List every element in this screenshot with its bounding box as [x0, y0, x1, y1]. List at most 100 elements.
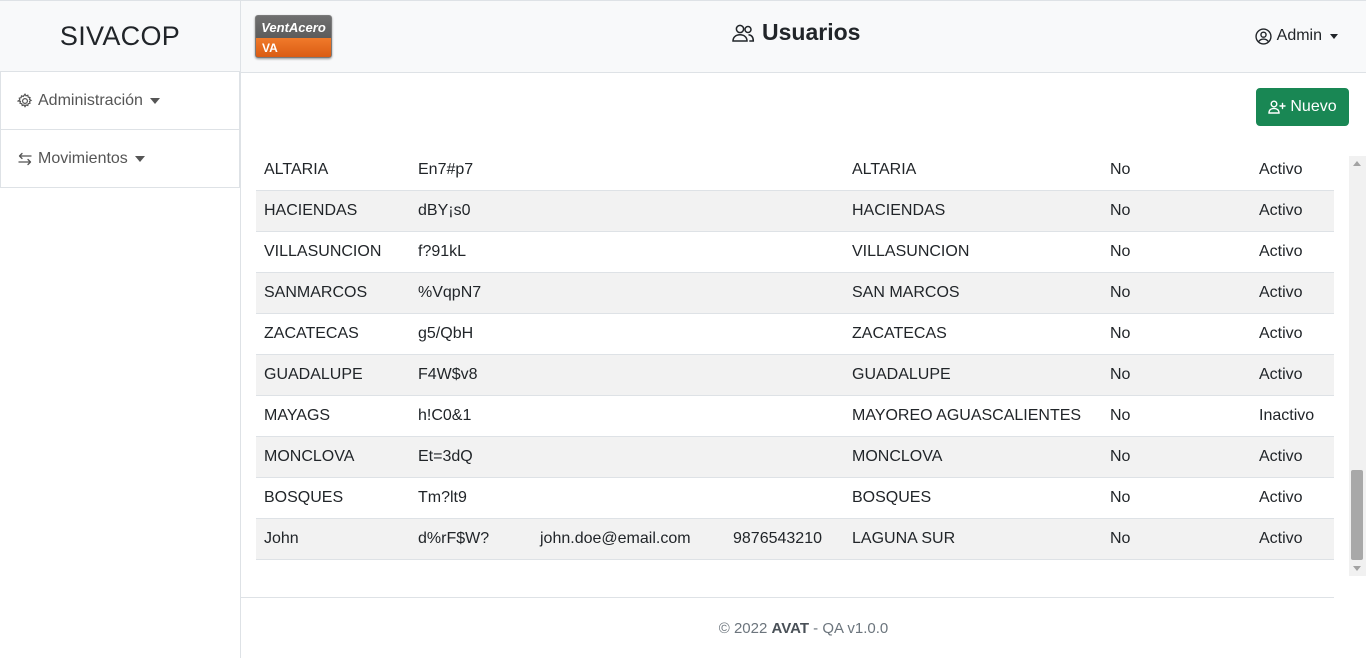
cell-status: Activo [1251, 477, 1334, 519]
cell-user: MONCLOVA [256, 436, 410, 478]
cell-branch: BOSQUES [844, 477, 1102, 519]
cell-phone [725, 150, 844, 191]
cell-email [532, 477, 725, 519]
table-row[interactable]: John d%rF$W? john.doe@email.com 9876543210 L… [256, 518, 1334, 560]
cell-password: En7#p7 [410, 150, 532, 191]
footer-divider [241, 597, 1334, 598]
table-scrollbar[interactable] [1349, 156, 1366, 576]
cell-user: ZACATECAS [256, 313, 410, 355]
sidebar-item-administracion[interactable]: Administración [0, 72, 240, 130]
table-row[interactable]: ALTARIA En7#p7 ALTARIA No Activo [256, 150, 1334, 191]
top-navbar: VentAcero VA Usuarios Admin [241, 0, 1366, 73]
sidebar-item-label: Movimientos [38, 149, 128, 167]
cell-status: Activo [1251, 518, 1334, 560]
cell-password: f?91kL [410, 231, 532, 273]
page-title-text: Usuarios [762, 19, 861, 45]
logo-text-bottom: VA [256, 38, 331, 57]
cell-email [532, 190, 725, 232]
scrollbar-thumb[interactable] [1351, 470, 1363, 560]
table-row[interactable]: VILLASUNCION f?91kL VILLASUNCION No Activo [256, 231, 1334, 273]
table-row[interactable]: SANMARCOS %VqpN7 SAN MARCOS No Activo [256, 272, 1334, 314]
cell-status: Activo [1251, 313, 1334, 355]
user-circle-icon [1255, 27, 1272, 45]
cell-email [532, 231, 725, 273]
logo-text-top: VentAcero [261, 19, 326, 35]
cell-email [532, 150, 725, 191]
scroll-down-arrow-icon[interactable] [1353, 566, 1361, 571]
cell-phone [725, 436, 844, 478]
cell-status: Activo [1251, 436, 1334, 478]
cell-user: MAYAGS [256, 395, 410, 437]
table-row[interactable]: ZACATECAS g5/QbH ZACATECAS No Activo [256, 313, 1334, 355]
users-table-container[interactable]: ALTARIA En7#p7 ALTARIA No Activo HACIENDAS dBY… [256, 150, 1334, 560]
cell-phone [725, 272, 844, 314]
cell-password: h!C0&1 [410, 395, 532, 437]
cell-branch: LAGUNA SUR [844, 518, 1102, 560]
cell-phone [725, 231, 844, 273]
cell-branch: GUADALUPE [844, 354, 1102, 396]
table-row[interactable]: HACIENDAS dBY¡s0 HACIENDAS No Activo [256, 190, 1334, 232]
cell-status: Activo [1251, 272, 1334, 314]
new-user-button-label: Nuevo [1290, 98, 1337, 115]
cell-flag: No [1102, 354, 1251, 396]
ventacero-logo[interactable]: VentAcero VA [255, 15, 332, 58]
users-table: ALTARIA En7#p7 ALTARIA No Activo HACIENDAS dBY… [256, 150, 1334, 560]
cell-flag: No [1102, 272, 1251, 314]
cell-password: Tm?lt9 [410, 477, 532, 519]
cell-user: BOSQUES [256, 477, 410, 519]
cell-password: %VqpN7 [410, 272, 532, 314]
footer-prefix: © 2022 [718, 620, 772, 637]
footer-brand: AVAT [771, 620, 810, 637]
cell-phone [725, 395, 844, 437]
cell-branch: ALTARIA [844, 150, 1102, 191]
cell-status: Activo [1251, 231, 1334, 273]
table-row[interactable]: MONCLOVA Et=3dQ MONCLOVA No Activo [256, 436, 1334, 478]
footer: © 2022 AVAT - QA v1.0.0 [241, 620, 1366, 637]
table-row[interactable]: BOSQUES Tm?lt9 BOSQUES No Activo [256, 477, 1334, 519]
cell-phone [725, 190, 844, 232]
cell-branch: MAYOREO AGUASCALIENTES [844, 395, 1102, 437]
user-menu[interactable]: Admin [1255, 27, 1338, 45]
arrows-swap-icon [18, 152, 32, 165]
new-user-button[interactable]: Nuevo [1256, 88, 1349, 126]
sidebar-item-movimientos[interactable]: Movimientos [0, 130, 240, 188]
cell-status: Activo [1251, 150, 1334, 191]
cell-flag: No [1102, 518, 1251, 560]
cell-flag: No [1102, 190, 1251, 232]
scroll-up-arrow-icon[interactable] [1353, 161, 1361, 166]
users-icon [732, 24, 755, 42]
cell-branch: MONCLOVA [844, 436, 1102, 478]
cell-user: ALTARIA [256, 150, 410, 191]
cell-password: g5/QbH [410, 313, 532, 355]
cell-user: VILLASUNCION [256, 231, 410, 273]
cell-flag: No [1102, 231, 1251, 273]
cell-branch: HACIENDAS [844, 190, 1102, 232]
cell-flag: No [1102, 313, 1251, 355]
cell-email [532, 436, 725, 478]
caret-down-icon [134, 155, 145, 162]
cell-email [532, 354, 725, 396]
cell-flag: No [1102, 436, 1251, 478]
footer-suffix: - QA v1.0.0 [809, 620, 889, 637]
table-row[interactable]: GUADALUPE F4W$v8 GUADALUPE No Activo [256, 354, 1334, 396]
cell-phone [725, 354, 844, 396]
cell-flag: No [1102, 477, 1251, 519]
sidebar: SIVACOP Administración Movimientos [0, 0, 241, 658]
cell-flag: No [1102, 150, 1251, 191]
cell-phone [725, 477, 844, 519]
cell-phone: 9876543210 [725, 518, 844, 560]
cell-user: John [256, 518, 410, 560]
cell-email [532, 395, 725, 437]
cell-password: dBY¡s0 [410, 190, 532, 232]
gear-icon [17, 92, 33, 108]
app-brand[interactable]: SIVACOP [0, 0, 240, 72]
cell-email: john.doe@email.com [532, 518, 725, 560]
cell-branch: VILLASUNCION [844, 231, 1102, 273]
cell-email [532, 313, 725, 355]
cell-user: SANMARCOS [256, 272, 410, 314]
table-row[interactable]: MAYAGS h!C0&1 MAYOREO AGUASCALIENTES No Inac… [256, 395, 1334, 437]
sidebar-item-label: Administración [38, 91, 143, 109]
cell-branch: ZACATECAS [844, 313, 1102, 355]
page-title: Usuarios [731, 19, 860, 46]
cell-status: Activo [1251, 354, 1334, 396]
